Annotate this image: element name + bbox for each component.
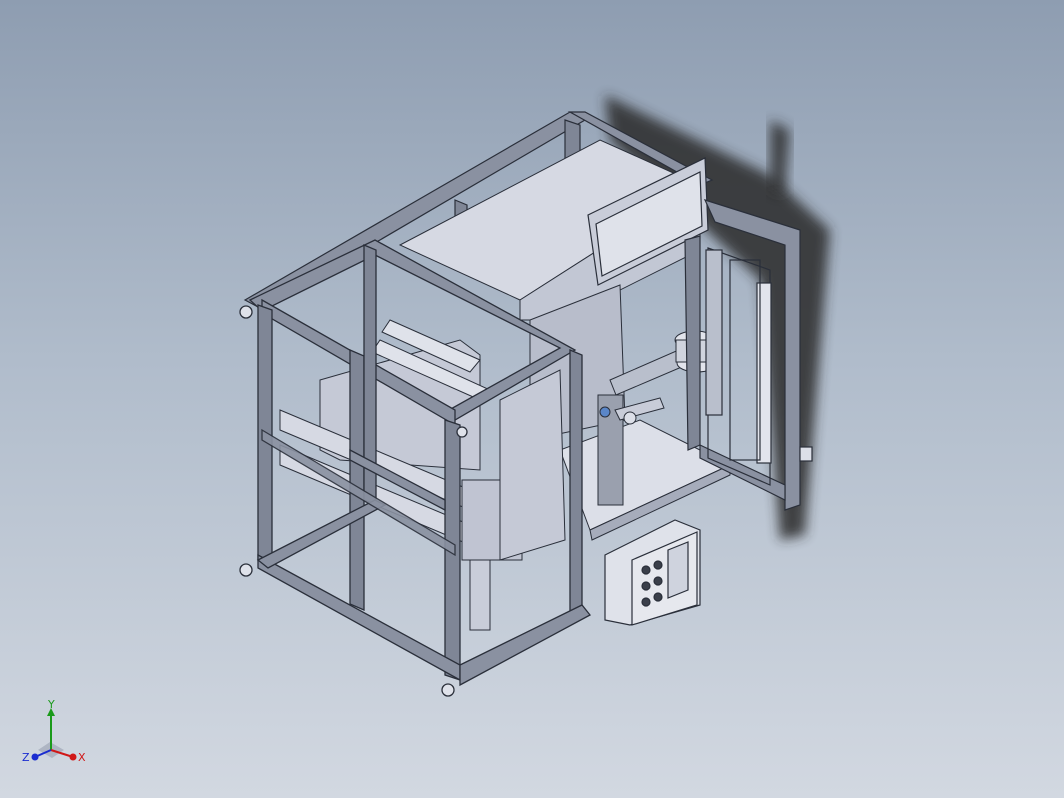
y-axis-label: Y xyxy=(47,700,55,711)
floor-plate xyxy=(559,419,732,541)
graphics-viewport[interactable]: Y X Z xyxy=(0,0,1064,798)
z-axis-arrow xyxy=(31,753,39,761)
z-axis-label: Z xyxy=(22,751,30,764)
assembly-model[interactable] xyxy=(0,0,1064,798)
coordinate-triad: Y X Z xyxy=(22,700,86,764)
control-box xyxy=(604,519,701,626)
x-axis-label: X xyxy=(78,751,86,764)
x-axis-arrow xyxy=(69,753,77,761)
